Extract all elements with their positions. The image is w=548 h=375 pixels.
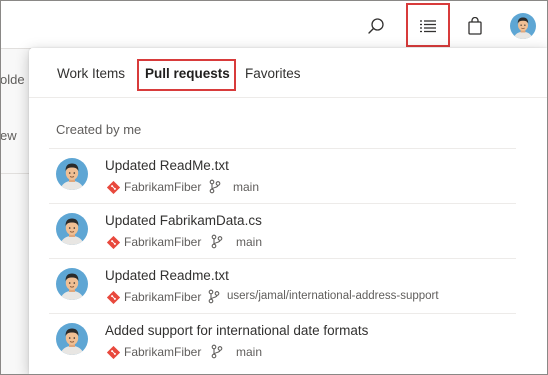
- window-border: [0, 0, 548, 375]
